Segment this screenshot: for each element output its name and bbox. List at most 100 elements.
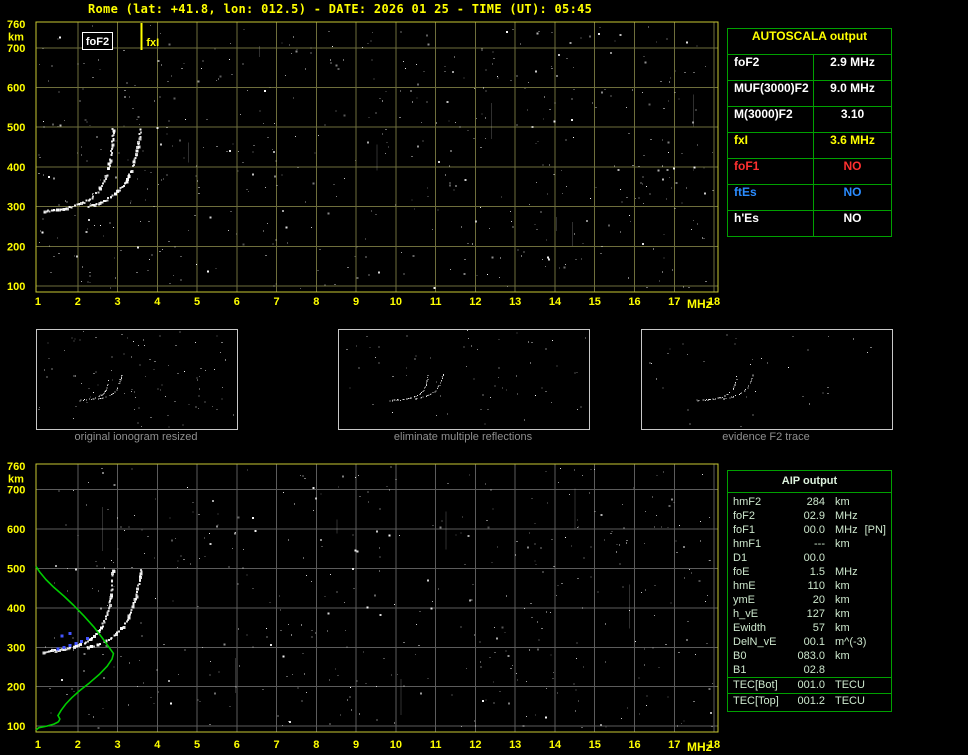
svg-text:100: 100 bbox=[7, 721, 25, 733]
aip-output-table: AIP output hmF2 284 km foF2 02.9 MHz foF1 00.0 MH… bbox=[727, 470, 892, 712]
aip-row-h_vE: h_vE 127 km bbox=[728, 607, 891, 621]
parameter-unit: km bbox=[835, 608, 850, 620]
aip-row-DelN_vE: DelN_vE 00.1 m^(-3) bbox=[728, 635, 891, 649]
svg-text:4: 4 bbox=[154, 739, 161, 751]
svg-text:2: 2 bbox=[75, 739, 81, 751]
aip-row-TEC[Bot]: TEC[Bot] 001.0 TECU bbox=[728, 677, 891, 693]
aip-row-hmF2: hmF2 284 km bbox=[728, 495, 891, 509]
aip-row-Ewidth: Ewidth 57 km bbox=[728, 621, 891, 635]
svg-text:11: 11 bbox=[430, 739, 442, 751]
autoscala-output-table: AUTOSCALA output foF2 2.9 MHz MUF(3000)F2 9.… bbox=[727, 28, 892, 237]
svg-text:400: 400 bbox=[7, 162, 25, 174]
parameter-unit: MHz bbox=[835, 510, 858, 522]
svg-text:foF2: foF2 bbox=[86, 36, 109, 48]
svg-text:km: km bbox=[8, 474, 24, 486]
svg-text:400: 400 bbox=[7, 603, 25, 615]
parameter-value: --- bbox=[814, 538, 825, 550]
parameter-value: 2.9 MHz bbox=[830, 55, 875, 69]
autoscala-row-MUF(3000)F2: MUF(3000)F2 9.0 MHz bbox=[728, 81, 891, 107]
aip-row-B0: B0 083.0 km bbox=[728, 649, 891, 663]
svg-text:7: 7 bbox=[274, 739, 280, 751]
svg-text:15: 15 bbox=[589, 296, 601, 308]
parameter-value: 02.8 bbox=[803, 664, 825, 676]
svg-text:16: 16 bbox=[628, 296, 640, 308]
autoscala-table-header: AUTOSCALA output bbox=[728, 29, 891, 55]
svg-text:500: 500 bbox=[7, 122, 25, 134]
aip-row-hmF1: hmF1 --- km bbox=[728, 537, 891, 551]
parameter-value: 00.0 bbox=[803, 552, 825, 564]
autoscala-row-M(3000)F2: M(3000)F2 3.10 bbox=[728, 107, 891, 133]
svg-text:6: 6 bbox=[234, 296, 240, 308]
svg-text:km: km bbox=[8, 32, 24, 44]
parameter-value: NO bbox=[843, 185, 862, 199]
thumbnail-original-ionogram bbox=[36, 329, 238, 430]
svg-text:fxI: fxI bbox=[146, 37, 159, 49]
thumbnail-evidence-f2-trace bbox=[641, 329, 893, 430]
svg-text:100: 100 bbox=[7, 281, 25, 293]
parameter-label: M(3000)F2 bbox=[728, 107, 814, 132]
parameter-value: 00.0 bbox=[803, 524, 825, 536]
parameter-value: 00.1 bbox=[803, 636, 825, 648]
svg-text:7: 7 bbox=[274, 296, 280, 308]
svg-text:1: 1 bbox=[35, 296, 41, 308]
parameter-label: B1 bbox=[733, 664, 747, 676]
parameter-unit: km bbox=[835, 580, 850, 592]
parameter-value: 3.6 MHz bbox=[830, 133, 875, 147]
svg-text:6: 6 bbox=[234, 739, 240, 751]
parameter-unit: MHz bbox=[835, 566, 858, 578]
aip-row-B1: B1 02.8 bbox=[728, 663, 891, 677]
parameter-value: 127 bbox=[806, 608, 825, 620]
svg-text:18: 18 bbox=[708, 739, 720, 751]
svg-text:12: 12 bbox=[469, 296, 481, 308]
aip-table-header: AIP output bbox=[728, 471, 891, 493]
parameter-value: 001.2 bbox=[797, 695, 825, 707]
svg-text:9: 9 bbox=[353, 739, 359, 751]
svg-text:18: 18 bbox=[708, 296, 720, 308]
svg-text:200: 200 bbox=[7, 682, 25, 694]
svg-text:600: 600 bbox=[7, 524, 25, 536]
svg-text:1: 1 bbox=[35, 739, 41, 751]
svg-text:9: 9 bbox=[353, 296, 359, 308]
thumbnail-caption-f2-trace: evidence F2 trace bbox=[722, 431, 810, 443]
autoscala-app-window: Rome (lat: +41.8, lon: 012.5) - DATE: 20… bbox=[0, 0, 968, 755]
parameter-label: h'Es bbox=[728, 211, 814, 236]
svg-text:300: 300 bbox=[7, 202, 25, 214]
parameter-value: 57 bbox=[812, 622, 825, 634]
svg-text:200: 200 bbox=[7, 241, 25, 253]
svg-text:760: 760 bbox=[7, 462, 25, 473]
aip-row-foF1: foF1 00.0 MHz [PN] bbox=[728, 523, 891, 537]
parameter-label: hmF1 bbox=[733, 538, 762, 550]
svg-text:8: 8 bbox=[313, 296, 319, 308]
parameter-unit: TECU bbox=[835, 679, 865, 691]
parameter-label: foF1 bbox=[733, 524, 756, 536]
svg-text:17: 17 bbox=[668, 739, 680, 751]
parameter-label: ftEs bbox=[728, 185, 814, 210]
parameter-label: foF1 bbox=[728, 159, 814, 184]
parameter-unit: km bbox=[835, 622, 850, 634]
parameter-unit: m^(-3) bbox=[835, 636, 867, 648]
parameter-value: 110 bbox=[807, 580, 825, 592]
parameter-label: DelN_vE bbox=[733, 636, 777, 648]
aip-row-D1: D1 00.0 bbox=[728, 551, 891, 565]
parameter-value: 1.5 bbox=[809, 566, 825, 578]
svg-text:11: 11 bbox=[430, 296, 442, 308]
autoscala-row-foF1: foF1 NO bbox=[728, 159, 891, 185]
aip-row-foE: foE 1.5 MHz bbox=[728, 565, 891, 579]
svg-text:14: 14 bbox=[549, 739, 562, 751]
parameter-label: h_vE bbox=[733, 608, 759, 620]
parameter-unit: km bbox=[835, 594, 850, 606]
svg-text:15: 15 bbox=[589, 739, 601, 751]
parameter-label: hmF2 bbox=[733, 496, 762, 508]
svg-text:4: 4 bbox=[154, 296, 161, 308]
thumbnail-eliminate-reflections bbox=[338, 329, 590, 430]
autoscala-row-ftEs: ftEs NO bbox=[728, 185, 891, 211]
parameter-label: D1 bbox=[733, 552, 748, 564]
svg-text:2: 2 bbox=[75, 296, 81, 308]
parameter-note: [PN] bbox=[864, 524, 886, 536]
parameter-label: B0 bbox=[733, 650, 747, 662]
parameter-label: foF2 bbox=[728, 55, 814, 80]
ionogram-plot-top: 1 2 3 4 5 6 7 8 9 10 11 12 13 14 15 16 17 MHz187607006005… bbox=[7, 19, 720, 311]
ionogram-plot-bottom: 1 2 3 4 5 6 7 8 9 10 11 12 13 14 15 16 17 MHz187607006005… bbox=[7, 462, 720, 754]
parameter-unit: km bbox=[835, 496, 850, 508]
parameter-value: 9.0 MHz bbox=[830, 81, 875, 95]
